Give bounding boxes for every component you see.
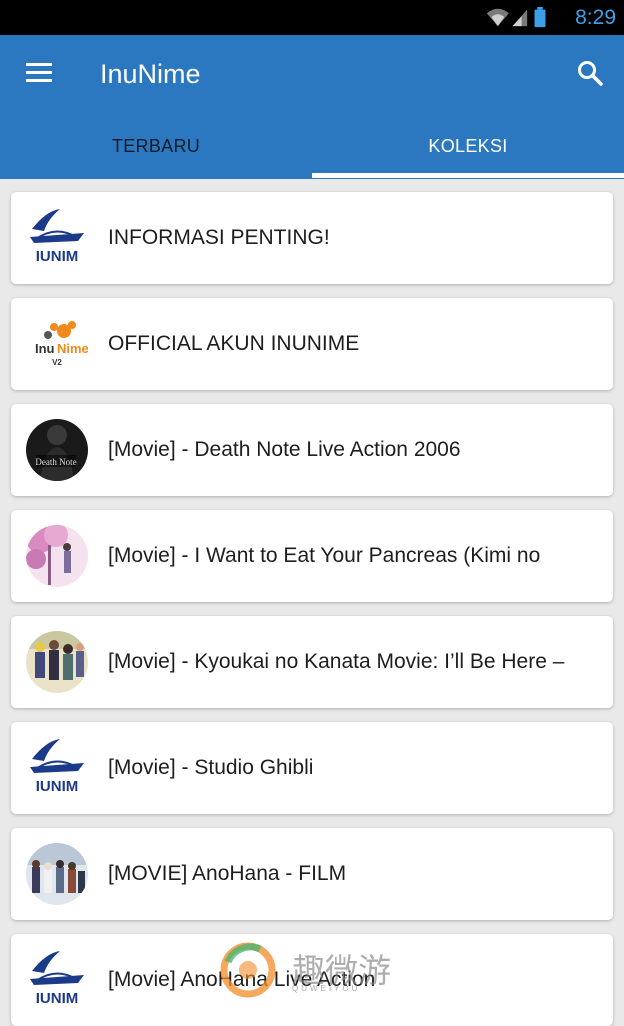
status-time: 8:29	[575, 6, 616, 29]
hamburger-menu-icon[interactable]	[26, 63, 52, 83]
list-item-title: INFORMASI PENTING!	[108, 226, 330, 249]
list-item[interactable]: Inu Nime V2 OFFICIAL AKUN INUNIME	[11, 298, 613, 390]
watermark-subtext: QUWEIYOU	[292, 984, 361, 993]
death-note-thumbnail: Death Note	[26, 419, 88, 481]
battery-icon	[534, 6, 546, 28]
svg-text:Inu: Inu	[35, 341, 55, 356]
list-item[interactable]: IUNIM [Movie] - Studio Ghibli	[11, 722, 613, 814]
wifi-icon	[486, 8, 509, 27]
watermark: 趣微游 QUWEIYOU	[220, 940, 420, 998]
search-icon[interactable]	[576, 59, 604, 87]
list-item-title: [MOVIE] AnoHana - FILM	[108, 862, 347, 885]
list-item-title: [Movie] - Studio Ghibli	[108, 756, 314, 779]
anohana-thumbnail	[26, 843, 88, 905]
status-bar: 8:29	[0, 0, 624, 35]
signal-icon	[512, 9, 528, 27]
app-bar: InuNime TERBARU KOLEKSI	[0, 35, 624, 179]
kyoukai-no-kanata-thumbnail	[26, 631, 88, 693]
list-item-title: [Movie] - Death Note Live Action 2006	[108, 438, 461, 461]
inunime-logo-thumbnail: IUNIM	[26, 949, 88, 1011]
tab-bar: TERBARU KOLEKSI	[0, 125, 624, 179]
list-item[interactable]: [MOVIE] AnoHana - FILM	[11, 828, 613, 920]
tab-terbaru[interactable]: TERBARU	[0, 125, 312, 179]
list-item[interactable]: IUNIM INFORMASI PENTING!	[11, 192, 613, 284]
pancreas-thumbnail	[26, 525, 88, 587]
svg-text:Nime: Nime	[57, 341, 88, 356]
svg-text:V2: V2	[52, 358, 62, 367]
list-item[interactable]: [Movie] - I Want to Eat Your Pancreas (K…	[11, 510, 613, 602]
status-icons	[486, 6, 546, 28]
svg-text:IUNIM: IUNIM	[36, 248, 79, 265]
tab-indicator	[312, 173, 624, 178]
list-item-title: OFFICIAL AKUN INUNIME	[108, 332, 360, 355]
list-item-title: [Movie] - Kyoukai no Kanata Movie: I’ll …	[108, 650, 565, 673]
inunime-v2-logo-thumbnail: Inu Nime V2	[26, 313, 88, 375]
tab-koleksi[interactable]: KOLEKSI	[312, 125, 624, 179]
list-item[interactable]: [Movie] - Kyoukai no Kanata Movie: I’ll …	[11, 616, 613, 708]
app-title: InuNime	[100, 59, 201, 89]
list-item[interactable]: Death Note [Movie] - Death Note Live Act…	[11, 404, 613, 496]
inunime-logo-thumbnail: IUNIM	[26, 207, 88, 269]
inunime-logo-thumbnail: IUNIM	[26, 737, 88, 799]
svg-text:Death Note: Death Note	[35, 457, 76, 467]
watermark-logo-icon	[220, 942, 276, 998]
list-item-title: [Movie] - I Want to Eat Your Pancreas (K…	[108, 544, 541, 567]
svg-text:IUNIM: IUNIM	[36, 778, 79, 795]
